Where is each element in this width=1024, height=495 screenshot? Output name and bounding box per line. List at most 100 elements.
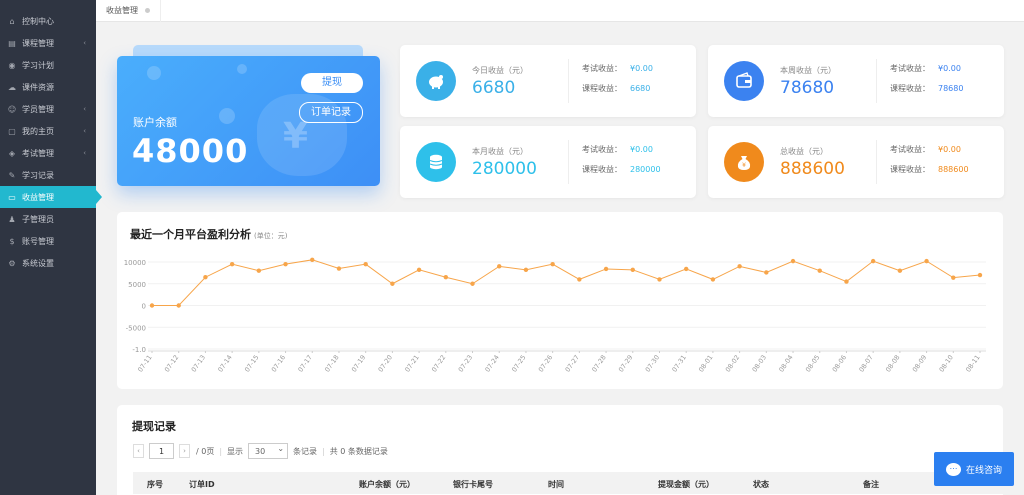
exam-income-label: 考试收益： — [890, 64, 930, 73]
y-tick-label: -5000 — [126, 324, 146, 332]
x-tick-label: 07-28 — [590, 354, 607, 374]
stat-icon-circle — [416, 61, 456, 101]
sidebar-item[interactable]: ☺ 学员管理 ‹ — [0, 98, 96, 120]
sidebar-item-label: 收益管理 — [22, 192, 54, 202]
online-consult-button[interactable]: 在线咨询 — [934, 452, 1014, 486]
user-icon: ♟ — [8, 214, 16, 224]
exam-income-label: 考试收益： — [582, 145, 622, 154]
page-size-select[interactable]: 30 — [248, 443, 289, 459]
stat-label: 本月收益（元） — [472, 147, 528, 156]
column-header: 时间 — [548, 480, 564, 489]
stat-divider — [568, 140, 569, 184]
series-line — [152, 259, 981, 306]
stat-icon-circle — [416, 142, 456, 182]
course-income-value: 280000 — [630, 165, 661, 174]
chat-bubble-icon — [945, 462, 961, 476]
piggy-bank-icon — [429, 75, 443, 89]
sidebar-item[interactable]: ⌂ 控制中心 — [0, 10, 96, 32]
course-income-value: 78680 — [938, 84, 964, 93]
y-tick-label: 0 — [142, 303, 146, 311]
sidebar: ⌂ 控制中心 ▤ 课程管理 ‹ ◉ 学习计划 ☁ 课件资源 ☺ 学员管理 ‹ ▢ 我的主页 ‹ ◈ 考试管理 ‹ ✎… — [0, 0, 102, 495]
x-tick-label: 07-13 — [190, 354, 207, 374]
order-records-button[interactable]: 订单记录 — [299, 102, 363, 123]
sidebar-item[interactable]: ✎ 学习记录 — [0, 164, 96, 186]
tab-income-management[interactable]: 收益管理 — [96, 0, 161, 22]
data-point — [336, 266, 342, 271]
column-header: 备注 — [863, 480, 879, 489]
withdraw-button[interactable]: 提现 — [301, 73, 363, 93]
course-income-row: 课程收益： 78680 — [890, 83, 963, 94]
data-point — [870, 258, 876, 264]
balance-label: 账户余额 — [133, 116, 177, 129]
total-records-text: 共 0 条数据记录 — [329, 446, 388, 456]
profit-line-chart: 10000 5000 0 -5000 -1.007-11 07-12 07-13 07-14 0… — [124, 257, 986, 374]
sidebar-item-label: 课程管理 — [22, 38, 54, 48]
per-page-label: 条记录 — [293, 446, 318, 456]
course-income-label: 课程收益： — [582, 165, 622, 174]
x-tick-label: 08-04 — [777, 354, 794, 374]
page-number-input[interactable]: 1 — [149, 443, 174, 459]
stat-divider — [568, 59, 569, 103]
sidebar-item[interactable]: ▭ 收益管理 — [0, 186, 102, 208]
course-income-label: 课程收益： — [582, 84, 622, 93]
course-income-value: 6680 — [630, 84, 651, 93]
sidebar-item[interactable]: ⚙ 系统设置 — [0, 252, 96, 274]
sidebar-item[interactable]: ▢ 我的主页 ‹ — [0, 120, 96, 142]
data-point — [897, 268, 903, 273]
data-point — [283, 261, 288, 267]
pager-separator: | — [322, 446, 325, 456]
exam-income-value: ¥0.00 — [630, 145, 653, 154]
x-tick-label: 08-10 — [938, 354, 955, 374]
cloud-icon: ☁ — [8, 82, 16, 92]
data-point — [550, 261, 555, 267]
data-point — [523, 267, 529, 273]
sidebar-item[interactable]: $ 账号管理 — [0, 230, 96, 252]
data-point — [149, 303, 155, 308]
x-tick-label: 07-11 — [136, 354, 153, 374]
stat-value: 888600 — [780, 159, 845, 179]
exam-income-label: 考试收益： — [582, 64, 622, 73]
decorative-bubble — [219, 108, 235, 124]
data-point — [737, 264, 742, 269]
stat-label: 总收益（元） — [780, 147, 828, 156]
y-tick-label: 10000 — [124, 259, 146, 267]
data-point — [416, 267, 422, 273]
next-page-button[interactable]: › — [179, 444, 190, 458]
x-tick-label: 07-24 — [483, 354, 500, 374]
x-tick-label: 08-07 — [857, 354, 874, 374]
data-point — [683, 266, 689, 272]
gear-icon: ⚙ — [8, 258, 16, 268]
data-point — [176, 303, 181, 308]
sidebar-item-label: 我的主页 — [22, 126, 54, 136]
show-label: 显示 — [227, 446, 244, 456]
x-tick-label: 07-12 — [163, 354, 180, 374]
y-tick-label: -1.0 — [132, 346, 146, 354]
stat-value: 6680 — [472, 78, 516, 98]
x-tick-label: 07-14 — [216, 354, 233, 374]
sidebar-item[interactable]: ▤ 课程管理 ‹ — [0, 32, 96, 54]
course-income-value: 888600 — [938, 165, 969, 174]
tab-close-dot-icon[interactable] — [145, 8, 150, 13]
sidebar-item[interactable]: ◈ 考试管理 ‹ — [0, 142, 96, 164]
sidebar-item-label: 子管理员 — [22, 214, 54, 224]
sidebar-item[interactable]: ☁ 课件资源 — [0, 76, 96, 98]
stat-card-week: 本周收益（元） 78680 考试收益： ¥0.00 课程收益： 78680 — [708, 45, 1004, 117]
x-tick-label: 08-09 — [911, 354, 928, 374]
stat-label: 本周收益（元） — [780, 66, 836, 75]
x-tick-label: 07-21 — [403, 354, 420, 374]
chevron-left-icon: ‹ — [83, 149, 86, 157]
data-point — [924, 258, 929, 264]
decorative-bubble — [237, 64, 247, 74]
x-tick-label: 08-01 — [697, 354, 714, 374]
sidebar-item[interactable]: ♟ 子管理员 — [0, 208, 96, 230]
exam-income-row: 考试收益： ¥0.00 — [582, 63, 653, 74]
y-tick-label: 5000 — [128, 281, 146, 289]
exam-income-value: ¥0.00 — [938, 145, 961, 154]
sidebar-item[interactable]: ◉ 学习计划 — [0, 54, 96, 76]
prev-page-button[interactable]: ‹ — [133, 444, 144, 458]
x-tick-label: 07-18 — [323, 354, 340, 374]
money-bag-icon: ¥ — [737, 156, 751, 170]
tab-label: 收益管理 — [106, 6, 138, 15]
data-point — [603, 266, 609, 272]
x-tick-label: 07-16 — [270, 354, 287, 374]
